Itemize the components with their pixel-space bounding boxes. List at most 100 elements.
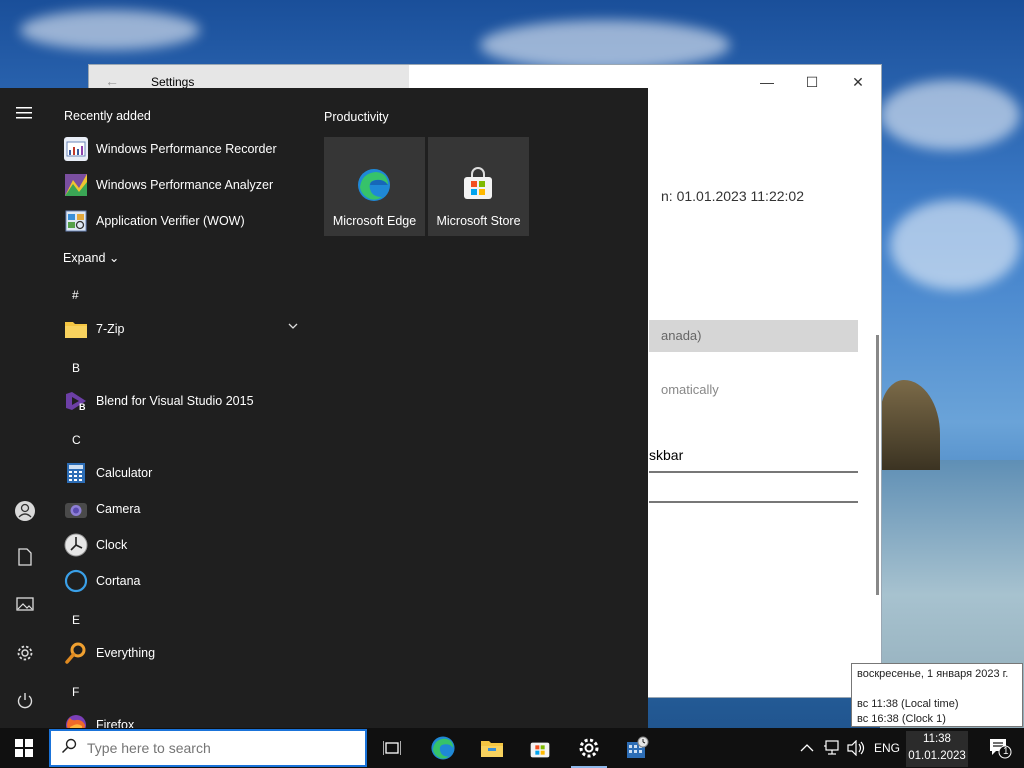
speaker-icon xyxy=(847,740,865,756)
app-label: Calculator xyxy=(96,466,153,480)
settings-gear-icon[interactable] xyxy=(13,644,37,668)
app-item-clock[interactable]: Clock xyxy=(64,529,304,561)
clock-time: 11:38 xyxy=(923,733,951,745)
calendar-clock-icon xyxy=(627,736,649,758)
taskbar-store-button[interactable] xyxy=(516,728,564,768)
blend-icon: B xyxy=(64,389,88,413)
clock-tooltip: воскресенье, 1 января 2023 г. вс 11:38 (… xyxy=(851,663,1023,727)
power-icon[interactable] xyxy=(13,692,37,716)
wallpaper-cloud xyxy=(480,20,730,70)
camera-icon xyxy=(64,497,88,521)
volume-button[interactable] xyxy=(847,728,865,768)
tooltip-clock1: вс 16:38 (Clock 1) xyxy=(857,713,946,725)
app-item-blend[interactable]: B Blend for Visual Studio 2015 xyxy=(64,385,304,417)
group-letter-f[interactable]: F xyxy=(72,685,79,699)
group-letter-b[interactable]: B xyxy=(72,361,80,375)
clock-date: 01.01.2023 xyxy=(908,750,966,762)
network-button[interactable] xyxy=(824,728,842,768)
search-magnifier-icon xyxy=(64,641,88,665)
app-item-7zip[interactable]: 7-Zip xyxy=(64,313,304,345)
wallpaper-cloud xyxy=(880,80,1020,150)
tile-microsoft-store[interactable]: Microsoft Store xyxy=(428,137,529,236)
app-item-camera[interactable]: Camera xyxy=(64,493,304,525)
scrollbar[interactable] xyxy=(876,335,879,595)
wallpaper-cloud xyxy=(20,10,200,50)
tooltip-local-time: вс 11:38 (Local time) xyxy=(857,698,959,710)
minimize-button[interactable]: — xyxy=(752,71,782,93)
tooltip-date: воскресенье, 1 января 2023 г. xyxy=(857,668,1009,680)
cortana-icon xyxy=(64,569,88,593)
taskbar-edge-button[interactable] xyxy=(419,728,467,768)
edge-icon xyxy=(356,167,392,203)
performance-recorder-icon xyxy=(64,137,88,161)
partial-taskbar-text: skbar xyxy=(649,447,684,463)
app-item-application-verifier[interactable]: Application Verifier (WOW) xyxy=(64,205,304,237)
search-input[interactable] xyxy=(87,740,357,756)
taskbar-search-box[interactable] xyxy=(49,729,367,767)
wallpaper-cloud xyxy=(890,200,1020,290)
store-icon xyxy=(460,167,496,203)
language-indicator[interactable]: ENG xyxy=(874,728,900,768)
divider xyxy=(649,501,858,503)
app-item-cortana[interactable]: Cortana xyxy=(64,565,304,597)
store-icon xyxy=(530,742,550,758)
region-dropdown-value: anada) xyxy=(661,328,702,343)
task-view-icon xyxy=(383,741,401,755)
tile-microsoft-edge[interactable]: Microsoft Edge xyxy=(324,137,425,236)
show-hidden-icons-button[interactable] xyxy=(800,728,814,768)
chevron-up-icon xyxy=(800,744,814,752)
close-button[interactable]: ✕ xyxy=(843,71,873,93)
expand-label: Expand xyxy=(63,251,106,265)
app-label: Windows Performance Analyzer xyxy=(96,178,274,192)
app-label: Everything xyxy=(96,646,156,660)
recently-added-header: Recently added xyxy=(64,109,151,123)
tile-label: Microsoft Store xyxy=(436,214,521,228)
application-verifier-icon xyxy=(64,209,88,233)
taskbar-clock[interactable]: 11:38 01.01.2023 xyxy=(906,731,968,767)
app-item-calculator[interactable]: Calculator xyxy=(64,457,304,489)
wallpaper-cliff xyxy=(880,380,940,470)
chevron-down-icon: ⌄ xyxy=(108,251,120,265)
maximize-button[interactable]: ☐ xyxy=(797,71,827,93)
app-label: Blend for Visual Studio 2015 xyxy=(96,394,254,408)
hamburger-menu-icon[interactable] xyxy=(13,104,37,128)
start-button[interactable] xyxy=(0,728,48,768)
taskbar-app-button[interactable] xyxy=(613,728,661,768)
app-item-performance-recorder[interactable]: Windows Performance Recorder xyxy=(64,133,304,165)
pictures-icon[interactable] xyxy=(13,596,37,620)
region-dropdown[interactable]: anada) xyxy=(649,320,858,352)
documents-icon[interactable] xyxy=(13,548,37,572)
group-letter-hash[interactable]: # xyxy=(72,288,79,302)
app-label: Application Verifier (WOW) xyxy=(96,214,245,228)
app-item-performance-analyzer[interactable]: Windows Performance Analyzer xyxy=(64,169,304,201)
clock-icon xyxy=(64,533,88,557)
app-item-everything[interactable]: Everything xyxy=(64,637,304,669)
back-arrow-icon[interactable]: ← xyxy=(105,73,119,89)
search-icon xyxy=(51,738,87,759)
app-item-firefox[interactable]: Firefox xyxy=(64,709,304,728)
svg-text:B: B xyxy=(79,402,86,412)
window-title: Settings xyxy=(151,75,195,89)
taskbar-settings-button[interactable] xyxy=(565,728,613,768)
user-avatar-icon[interactable] xyxy=(13,500,37,524)
firefox-icon xyxy=(64,713,88,728)
group-letter-c[interactable]: C xyxy=(72,433,81,447)
app-list[interactable]: Recently added Windows Performance Recor… xyxy=(50,88,310,728)
edge-icon xyxy=(431,736,455,760)
file-explorer-icon xyxy=(481,741,503,757)
chevron-down-icon[interactable] xyxy=(288,320,298,332)
app-label: 7-Zip xyxy=(96,322,125,336)
action-center-button[interactable]: 1 xyxy=(980,728,1020,768)
network-icon xyxy=(824,740,839,755)
gear-icon xyxy=(579,738,599,758)
folder-icon xyxy=(64,317,88,341)
performance-analyzer-icon xyxy=(64,173,88,197)
language-label: ENG xyxy=(874,741,901,755)
group-letter-e[interactable]: E xyxy=(72,613,80,627)
taskbar: ENG 11:38 01.01.2023 1 xyxy=(0,728,1024,768)
taskbar-file-explorer-button[interactable] xyxy=(468,728,516,768)
divider xyxy=(649,471,858,473)
expand-button[interactable]: Expand ⌄ xyxy=(63,250,119,265)
task-view-button[interactable] xyxy=(368,728,416,768)
app-label: Clock xyxy=(96,538,128,552)
